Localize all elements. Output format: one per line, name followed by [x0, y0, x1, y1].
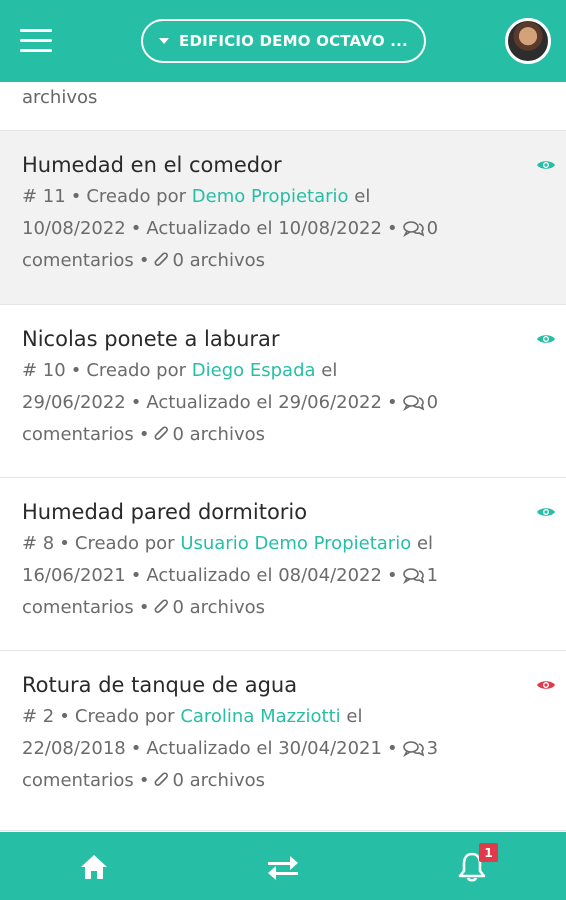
- nav-home[interactable]: [54, 832, 134, 900]
- item-meta: # 2 • Creado por Carolina Mazziotti el 22/…: [22, 701, 516, 797]
- separator: •: [386, 218, 398, 239]
- separator: •: [138, 424, 150, 445]
- eye-icon: [537, 161, 555, 169]
- author-link[interactable]: Usuario Demo Propietario: [180, 533, 411, 554]
- list-item[interactable]: Humedad en el comedor # 11 • Creado por Dem…: [0, 131, 566, 305]
- item-meta: # 10 • Creado por Diego Espada el 29/06/20…: [22, 355, 516, 451]
- created-prefix: Creado por: [86, 360, 187, 381]
- list-item[interactable]: Rotura de tanque de agua # 2 • Creado por C…: [0, 651, 566, 831]
- updated-date: Actualizado el 29/06/2022: [146, 392, 382, 413]
- item-number: # 11: [22, 186, 66, 207]
- menu-line: [20, 39, 52, 42]
- list-item-partial[interactable]: archivos: [0, 82, 566, 131]
- paperclip-icon: [155, 772, 169, 786]
- item-number: # 2: [22, 706, 55, 727]
- caret-down-icon: [159, 38, 170, 44]
- notification-badge: 1: [479, 843, 498, 862]
- separator: •: [138, 597, 150, 618]
- comments-icon: [402, 395, 424, 411]
- separator: •: [138, 770, 150, 791]
- paperclip-icon: [155, 426, 169, 440]
- nav-notifications[interactable]: [432, 832, 512, 900]
- items-container: Humedad en el comedor # 11 • Creado por Dem…: [0, 131, 566, 831]
- building-label: EDIFICIO DEMO OCTAVO ...: [179, 32, 408, 50]
- item-title: Rotura de tanque de agua: [22, 673, 298, 697]
- item-meta: # 11 • Creado por Demo Propietario el 10/0…: [22, 181, 516, 277]
- author-link[interactable]: Demo Propietario: [192, 186, 349, 207]
- user-avatar[interactable]: [505, 18, 551, 64]
- author-link[interactable]: Diego Espada: [192, 360, 316, 381]
- nav-transfer[interactable]: [243, 832, 323, 900]
- comments-icon: [402, 741, 424, 757]
- files-count-text: archivos: [22, 87, 98, 108]
- home-icon: [81, 855, 107, 879]
- separator: •: [386, 392, 398, 413]
- paperclip-icon: [155, 252, 169, 266]
- separator: •: [130, 738, 142, 759]
- updated-date: Actualizado el 30/04/2021: [146, 738, 382, 759]
- eye-icon: [537, 681, 555, 689]
- updated-date: Actualizado el 10/08/2022: [146, 218, 382, 239]
- created-prefix: Creado por: [74, 706, 175, 727]
- files-count: 0 archivos: [172, 770, 265, 791]
- files-count: 0 archivos: [172, 424, 265, 445]
- issue-list: archivos Humedad en el comedor # 11 • Cread…: [0, 82, 566, 832]
- separator: •: [59, 706, 70, 727]
- item-title: Humedad en el comedor: [22, 153, 282, 177]
- menu-line: [20, 49, 52, 52]
- separator: •: [70, 360, 82, 381]
- menu-button[interactable]: [20, 29, 52, 53]
- item-title: Nicolas ponete a laburar: [22, 327, 280, 351]
- eye-icon: [537, 335, 555, 343]
- files-count: 0 archivos: [172, 250, 265, 271]
- updated-date: Actualizado el 08/04/2022: [146, 565, 382, 586]
- separator: •: [70, 186, 82, 207]
- created-prefix: Creado por: [86, 186, 187, 207]
- top-app-bar: EDIFICIO DEMO OCTAVO ...: [0, 0, 566, 82]
- files-count: 0 archivos: [172, 597, 265, 618]
- paperclip-icon: [155, 599, 169, 613]
- separator: •: [130, 392, 142, 413]
- separator: •: [59, 533, 70, 554]
- menu-line: [20, 29, 52, 32]
- item-number: # 10: [22, 360, 66, 381]
- item-title: Humedad pared dormitorio: [22, 500, 308, 524]
- created-prefix: Creado por: [74, 533, 175, 554]
- separator: •: [138, 250, 150, 271]
- separator: •: [130, 565, 142, 586]
- item-meta: # 8 • Creado por Usuario Demo Propietario …: [22, 528, 516, 624]
- building-selector[interactable]: EDIFICIO DEMO OCTAVO ...: [141, 19, 426, 63]
- comments-icon: [402, 568, 424, 584]
- eye-icon: [537, 508, 555, 516]
- list-item[interactable]: Nicolas ponete a laburar # 10 • Creado por …: [0, 305, 566, 478]
- separator: •: [130, 218, 142, 239]
- transfer-arrows-icon: [268, 856, 298, 880]
- item-number: # 8: [22, 533, 55, 554]
- separator: •: [386, 565, 398, 586]
- separator: •: [386, 738, 398, 759]
- comments-icon: [402, 221, 424, 237]
- list-item[interactable]: Humedad pared dormitorio # 8 • Creado por U…: [0, 478, 566, 651]
- author-link[interactable]: Carolina Mazziotti: [180, 706, 340, 727]
